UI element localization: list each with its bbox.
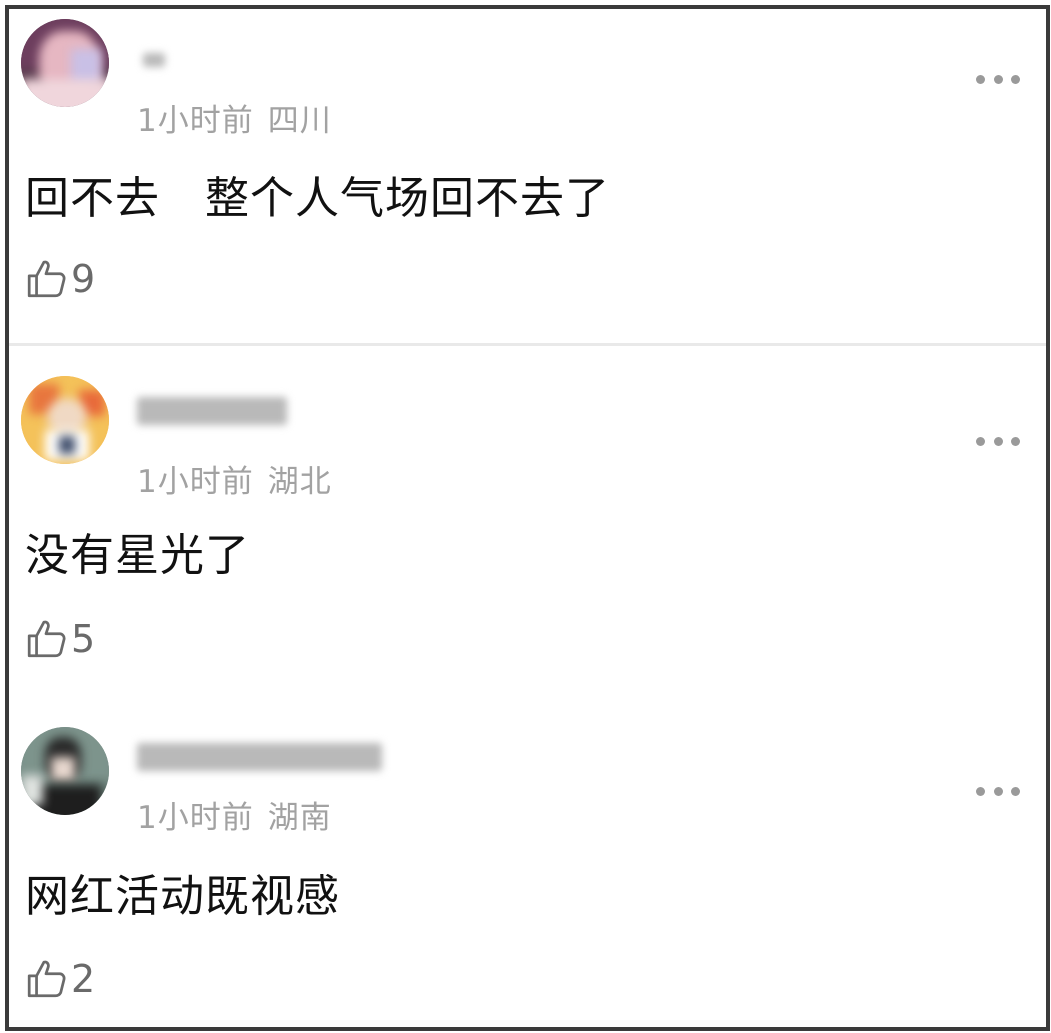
comment-meta: 1小时前 四川 [137,95,332,140]
more-options-icon[interactable] [976,785,1020,797]
comment-location: 湖北 [267,464,332,500]
comment-item: 1小时前 湖北 没有星光了 5 [9,349,1046,694]
more-options-icon[interactable] [976,73,1020,85]
comment-text: 没有星光了 [25,530,250,581]
user-avatar[interactable] [21,376,109,464]
like-button[interactable]: 9 [25,257,95,301]
thumbs-up-icon [27,620,66,658]
comment-time: 1小时前 [137,103,254,139]
like-count: 2 [71,957,96,1001]
comment-time: 1小时前 [137,800,254,836]
user-avatar[interactable] [21,19,109,107]
comment-meta: 1小时前 湖北 [137,456,332,501]
like-button[interactable]: 2 [25,957,95,1001]
thumbs-up-icon [27,260,66,298]
like-count: 5 [71,617,96,661]
username-blurred[interactable] [137,735,387,775]
comment-location: 湖南 [267,800,332,836]
more-options-icon[interactable] [976,435,1020,447]
comment-location: 四川 [267,103,332,139]
like-count: 9 [71,257,96,301]
username-blurred[interactable] [137,389,292,429]
comment-time: 1小时前 [137,464,254,500]
comment-meta: 1小时前 湖南 [137,792,332,837]
username-blurred[interactable] [137,39,177,79]
comment-list: 1小时前 四川 回不去 整个人气场回不去了 9 1小时前 湖北 没有星光了 5 … [5,5,1050,1031]
comment-item: 1小时前 四川 回不去 整个人气场回不去了 9 [9,9,1046,342]
comment-text: 回不去 整个人气场回不去了 [25,173,610,224]
comment-divider [9,343,1046,346]
like-button[interactable]: 5 [25,617,95,661]
thumbs-up-icon [27,960,66,998]
user-avatar[interactable] [21,727,109,815]
comment-item: 1小时前 湖南 网红活动既视感 2 [9,697,1046,1027]
comment-text: 网红活动既视感 [25,871,340,922]
